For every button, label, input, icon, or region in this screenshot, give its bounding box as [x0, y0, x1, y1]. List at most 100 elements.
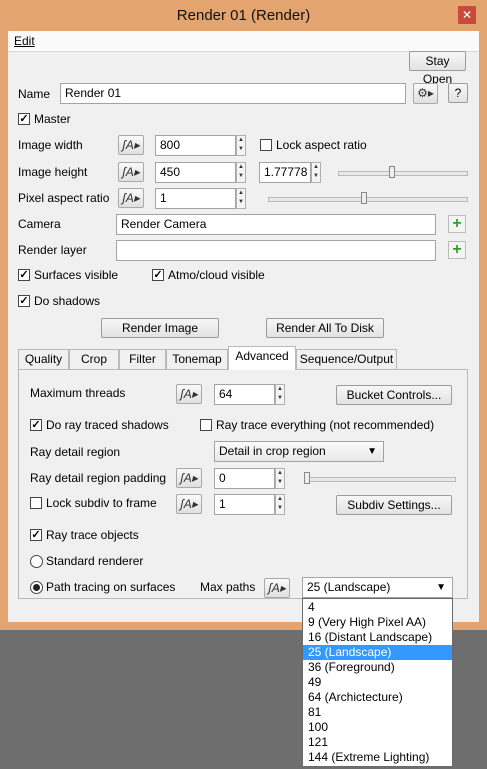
- do-ray-traced-shadows-label: Do ray traced shadows: [46, 418, 169, 432]
- atmo-visible-checkbox[interactable]: ✓: [152, 269, 164, 281]
- lock-aspect-label: Lock aspect ratio: [276, 138, 367, 152]
- do-ray-traced-shadows-checkbox[interactable]: ✓: [30, 419, 42, 431]
- subdiv-settings-button[interactable]: Subdiv Settings...: [336, 495, 452, 515]
- help-button[interactable]: ?: [448, 83, 468, 103]
- max-paths-option[interactable]: 81: [303, 705, 452, 720]
- atmo-visible-label: Atmo/cloud visible: [168, 268, 265, 282]
- max-paths-label: Max paths: [200, 580, 256, 594]
- close-icon[interactable]: ✕: [458, 6, 476, 24]
- lock-subdiv-spinner[interactable]: ▲ ▼: [275, 494, 285, 515]
- lock-aspect-checkbox[interactable]: [260, 139, 272, 151]
- image-width-field[interactable]: 800: [155, 135, 236, 156]
- max-paths-option[interactable]: 64 (Archictecture): [303, 690, 452, 705]
- image-height-spinner[interactable]: ▲ ▼: [236, 162, 246, 183]
- animation-curve-icon[interactable]: ʃA▸: [264, 578, 290, 598]
- window-client: Edit Stay Open Name Render 01 ⚙▸ ? ✓ Mas…: [8, 31, 479, 622]
- tab-crop[interactable]: Crop: [69, 349, 119, 369]
- max-paths-option[interactable]: 144 (Extreme Lighting): [303, 750, 452, 765]
- ray-detail-padding-slider-track[interactable]: [304, 477, 456, 482]
- animation-curve-icon[interactable]: ʃA▸: [118, 188, 144, 208]
- max-paths-option[interactable]: 4: [303, 600, 452, 615]
- lock-subdiv-checkbox[interactable]: [30, 497, 42, 509]
- ray-detail-padding-field[interactable]: 0: [214, 468, 275, 489]
- pixel-aspect-label: Pixel aspect ratio: [18, 191, 110, 205]
- max-threads-label: Maximum threads: [30, 386, 126, 400]
- animation-curve-icon[interactable]: ʃA▸: [176, 468, 202, 488]
- render-all-button[interactable]: Render All To Disk: [266, 318, 384, 338]
- ray-detail-padding-spinner[interactable]: ▲ ▼: [275, 468, 285, 489]
- max-paths-dropdown-list[interactable]: 4 9 (Very High Pixel AA) 16 (Distant Lan…: [302, 598, 453, 767]
- ray-trace-everything-label: Ray trace everything (not recommended): [216, 418, 435, 432]
- surfaces-visible-label: Surfaces visible: [34, 268, 119, 282]
- window-title: Render 01 (Render): [176, 7, 311, 24]
- menu-bar: Edit: [8, 31, 479, 52]
- render-layer-label: Render layer: [18, 243, 87, 257]
- ray-detail-region-value: Detail in crop region: [219, 444, 326, 458]
- ray-detail-padding-label: Ray detail region padding: [30, 471, 167, 485]
- pixel-aspect-slider-thumb[interactable]: [361, 192, 367, 204]
- max-paths-option[interactable]: 49: [303, 675, 452, 690]
- aspect-slider-track[interactable]: [338, 171, 468, 176]
- render-window: Render 01 (Render) ✕ Edit Stay Open Name…: [0, 0, 487, 630]
- tab-advanced[interactable]: Advanced: [228, 346, 296, 370]
- master-label: Master: [34, 112, 71, 126]
- camera-label: Camera: [18, 217, 61, 231]
- do-shadows-checkbox[interactable]: ✓: [18, 295, 30, 307]
- pixel-aspect-spinner[interactable]: ▲ ▼: [236, 188, 246, 209]
- render-layer-field[interactable]: [116, 240, 436, 261]
- render-image-button[interactable]: Render Image: [101, 318, 219, 338]
- add-render-layer-icon[interactable]: +: [448, 241, 466, 259]
- max-paths-option[interactable]: 16 (Distant Landscape): [303, 630, 452, 645]
- camera-field[interactable]: Render Camera: [116, 214, 436, 235]
- ray-trace-objects-checkbox[interactable]: ✓: [30, 529, 42, 541]
- image-height-label: Image height: [18, 165, 88, 179]
- lock-subdiv-label: Lock subdiv to frame: [46, 496, 157, 510]
- animation-curve-icon[interactable]: ʃA▸: [118, 135, 144, 155]
- tab-sequence-output[interactable]: Sequence/Output: [296, 349, 397, 369]
- do-shadows-label: Do shadows: [34, 294, 101, 308]
- max-paths-option[interactable]: 9 (Very High Pixel AA): [303, 615, 452, 630]
- chevron-down-icon: ▼: [436, 582, 446, 593]
- stay-open-button[interactable]: Stay Open: [409, 51, 466, 86]
- aspect-ratio-field[interactable]: 1.77778: [259, 162, 311, 183]
- master-checkbox[interactable]: ✓: [18, 113, 30, 125]
- max-paths-option[interactable]: 36 (Foreground): [303, 660, 452, 675]
- max-threads-field[interactable]: 64: [214, 384, 275, 405]
- menu-edit[interactable]: Edit: [14, 34, 35, 48]
- bucket-controls-button[interactable]: Bucket Controls...: [336, 385, 452, 405]
- gear-icon[interactable]: ⚙▸: [413, 83, 438, 104]
- aspect-ratio-spinner[interactable]: ▲ ▼: [311, 162, 321, 183]
- animation-curve-icon[interactable]: ʃA▸: [118, 162, 144, 182]
- path-tracing-radio[interactable]: [30, 581, 43, 594]
- surfaces-visible-checkbox[interactable]: ✓: [18, 269, 30, 281]
- max-paths-option-selected[interactable]: 25 (Landscape): [303, 645, 452, 660]
- add-camera-icon[interactable]: +: [448, 215, 466, 233]
- ray-detail-padding-slider-thumb[interactable]: [304, 472, 310, 484]
- animation-curve-icon[interactable]: ʃA▸: [176, 384, 202, 404]
- tab-quality[interactable]: Quality: [18, 349, 69, 369]
- max-paths-value: 25 (Landscape): [307, 580, 391, 594]
- max-paths-option[interactable]: 100: [303, 720, 452, 735]
- max-threads-spinner[interactable]: ▲ ▼: [275, 384, 285, 405]
- ray-trace-everything-checkbox[interactable]: [200, 419, 212, 431]
- image-width-spinner[interactable]: ▲ ▼: [236, 135, 246, 156]
- lock-subdiv-field[interactable]: 1: [214, 494, 275, 515]
- image-width-label: Image width: [18, 138, 83, 152]
- aspect-slider-thumb[interactable]: [389, 166, 395, 178]
- ray-trace-objects-label: Ray trace objects: [46, 528, 139, 542]
- ray-detail-region-label: Ray detail region: [30, 445, 121, 459]
- chevron-down-icon: ▼: [367, 446, 377, 457]
- name-field[interactable]: Render 01: [60, 83, 406, 104]
- tab-filter[interactable]: Filter: [119, 349, 166, 369]
- tab-tonemap[interactable]: Tonemap: [166, 349, 228, 369]
- pixel-aspect-slider-track[interactable]: [268, 197, 468, 202]
- animation-curve-icon[interactable]: ʃA▸: [176, 494, 202, 514]
- standard-renderer-radio[interactable]: [30, 555, 43, 568]
- max-paths-option[interactable]: 121: [303, 735, 452, 750]
- max-paths-select[interactable]: 25 (Landscape) ▼: [302, 577, 453, 598]
- ray-detail-region-select[interactable]: Detail in crop region ▼: [214, 441, 384, 462]
- image-height-field[interactable]: 450: [155, 162, 236, 183]
- name-label: Name: [18, 87, 51, 101]
- pixel-aspect-field[interactable]: 1: [155, 188, 236, 209]
- standard-renderer-label: Standard renderer: [46, 554, 144, 568]
